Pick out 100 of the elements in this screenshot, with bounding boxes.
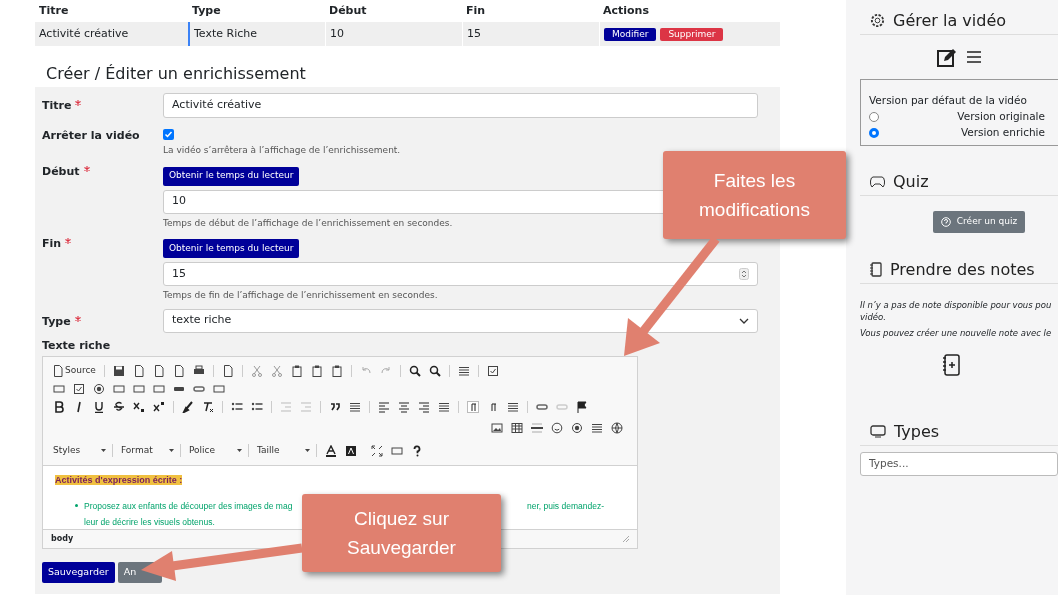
maximize-icon[interactable]: [371, 444, 383, 457]
field-label: Fin: [42, 236, 62, 252]
hint-text: La vidéo s’arrêtera à l’affichage de l’enrichissement.: [163, 144, 402, 157]
field-label: Arrêter la vidéo: [42, 128, 140, 144]
version-title: Version par défaut de la vidéo: [869, 93, 1028, 108]
paste-icon[interactable]: [290, 365, 303, 377]
justify-icon[interactable]: [438, 401, 450, 413]
radio-button[interactable]: [869, 127, 879, 138]
caret-icon: [101, 449, 106, 452]
radio-label[interactable]: Version originale: [957, 108, 1045, 125]
save-button[interactable]: Sauvegarder: [42, 561, 115, 583]
align-right-icon[interactable]: [418, 401, 430, 413]
table-icon[interactable]: [511, 422, 523, 434]
menu-icon[interactable]: [965, 50, 982, 64]
superscript-icon[interactable]: [153, 401, 165, 413]
notes-text: Vous pouvez créer une nouvelle note avec le: [860, 327, 1053, 339]
notes-text: vidéo.: [860, 311, 887, 323]
globe-icon[interactable]: [611, 422, 623, 434]
document-icon: [53, 365, 63, 377]
edit-icon[interactable]: [936, 47, 956, 67]
document-icon[interactable]: [132, 365, 145, 377]
notebook-icon: [870, 262, 882, 277]
underline-icon[interactable]: [93, 401, 105, 413]
get-time-button[interactable]: Obtenir le temps du lecteur: [163, 166, 300, 186]
monitor-icon: [870, 425, 886, 438]
align-left-icon[interactable]: [378, 401, 390, 413]
get-time-button[interactable]: Obtenir le temps du lecteur: [163, 239, 300, 258]
column-header: Début: [329, 3, 367, 17]
save-icon[interactable]: [112, 365, 125, 377]
callout-tooltip: Faites les modifications: [663, 151, 846, 239]
bold-icon[interactable]: [53, 401, 65, 413]
editor-text: leur de décrire les visuels obtenus.: [84, 517, 215, 527]
section-title: Quiz: [893, 170, 929, 193]
delete-button[interactable]: Supprimer: [660, 27, 724, 41]
radio-button[interactable]: [869, 111, 879, 122]
clear-format-icon[interactable]: [202, 401, 214, 413]
caret-icon: [237, 449, 242, 452]
notes-text: Il n’y a pas de note disponible pour vous pou: [860, 299, 1053, 311]
type-select[interactable]: texte riche: [163, 308, 758, 333]
types-input[interactable]: Types...: [860, 452, 1058, 476]
radio-label[interactable]: Version enrichie: [960, 124, 1045, 141]
callout-tooltip: Cliquez sur Sauvegarder: [302, 494, 501, 572]
column-header: Titre: [39, 3, 69, 17]
gamepad-icon: [870, 175, 885, 188]
anchor-icon[interactable]: [576, 401, 588, 413]
radio-icon[interactable]: [93, 383, 105, 395]
toolbar-dropdown[interactable]: Format: [121, 443, 181, 458]
section-title: Prendre des notes: [890, 258, 1035, 281]
title-input[interactable]: Activité créative: [163, 93, 758, 118]
hint-text: Temps de fin de l’affichage de l’enrichissement en secondes.: [163, 289, 439, 302]
chevron-down-icon: [739, 317, 749, 324]
section-title: Gérer la vidéo: [893, 9, 1006, 32]
search-icon[interactable]: [408, 365, 421, 377]
link-icon[interactable]: [536, 401, 548, 413]
help-icon[interactable]: [411, 444, 423, 457]
toolbar-dropdown[interactable]: Styles: [53, 443, 113, 458]
text-color-icon[interactable]: [325, 444, 337, 457]
checkbox-icon[interactable]: [73, 383, 85, 395]
checkbox[interactable]: [163, 128, 174, 140]
table-cell-text: 15: [467, 25, 481, 42]
hint-text: Temps de début de l’affichage de l’enrichissement en secondes.: [163, 216, 454, 230]
background-color-icon[interactable]: [345, 444, 357, 457]
brush-icon[interactable]: [182, 401, 194, 413]
create-quiz-button[interactable]: Créer un quiz: [932, 211, 1026, 233]
section-title: Types: [894, 420, 940, 443]
column-header: Fin: [466, 3, 486, 17]
field-label: Début: [42, 163, 80, 180]
caret-icon: [305, 449, 310, 452]
form-title: Créer / Éditer un enrichissement: [46, 64, 306, 83]
quote-icon[interactable]: [329, 401, 341, 413]
resize-handle-icon[interactable]: [623, 535, 629, 542]
time-input[interactable]: 15: [163, 262, 758, 286]
column-header: Actions: [603, 3, 649, 17]
help-icon: [940, 217, 951, 227]
toolbar-dropdown[interactable]: Taille: [257, 443, 317, 458]
bullet-list-icon[interactable]: [251, 401, 263, 413]
horizontal-line-icon[interactable]: [531, 422, 543, 434]
add-note-icon[interactable]: [942, 354, 960, 376]
subscript-icon[interactable]: [133, 401, 145, 413]
table-cell-text: 10: [330, 25, 344, 42]
numbered-list-icon[interactable]: [231, 401, 243, 413]
table-cell-text: Texte Riche: [194, 25, 257, 42]
column-header: Type: [192, 3, 221, 17]
caret-icon: [169, 449, 174, 452]
strike-icon[interactable]: [113, 401, 125, 413]
field-label: Titre: [42, 98, 72, 114]
source-button[interactable]: Source: [53, 364, 96, 378]
field-label: Texte riche: [42, 338, 111, 352]
bullet-icon: [75, 504, 78, 507]
edit-button[interactable]: Modifier: [604, 27, 657, 41]
image-icon[interactable]: [491, 422, 503, 434]
print-icon[interactable]: [192, 365, 205, 377]
editor-text: Proposez aux enfants de découper des images de mag: [84, 500, 293, 513]
spinner-icon[interactable]: [739, 268, 749, 280]
smiley-icon[interactable]: [551, 422, 563, 434]
field-label: Type: [42, 313, 71, 330]
toolbar-dropdown[interactable]: Police: [189, 443, 249, 458]
align-center-icon[interactable]: [398, 401, 410, 413]
element-path: body: [51, 532, 74, 545]
settings-icon: [870, 13, 885, 28]
